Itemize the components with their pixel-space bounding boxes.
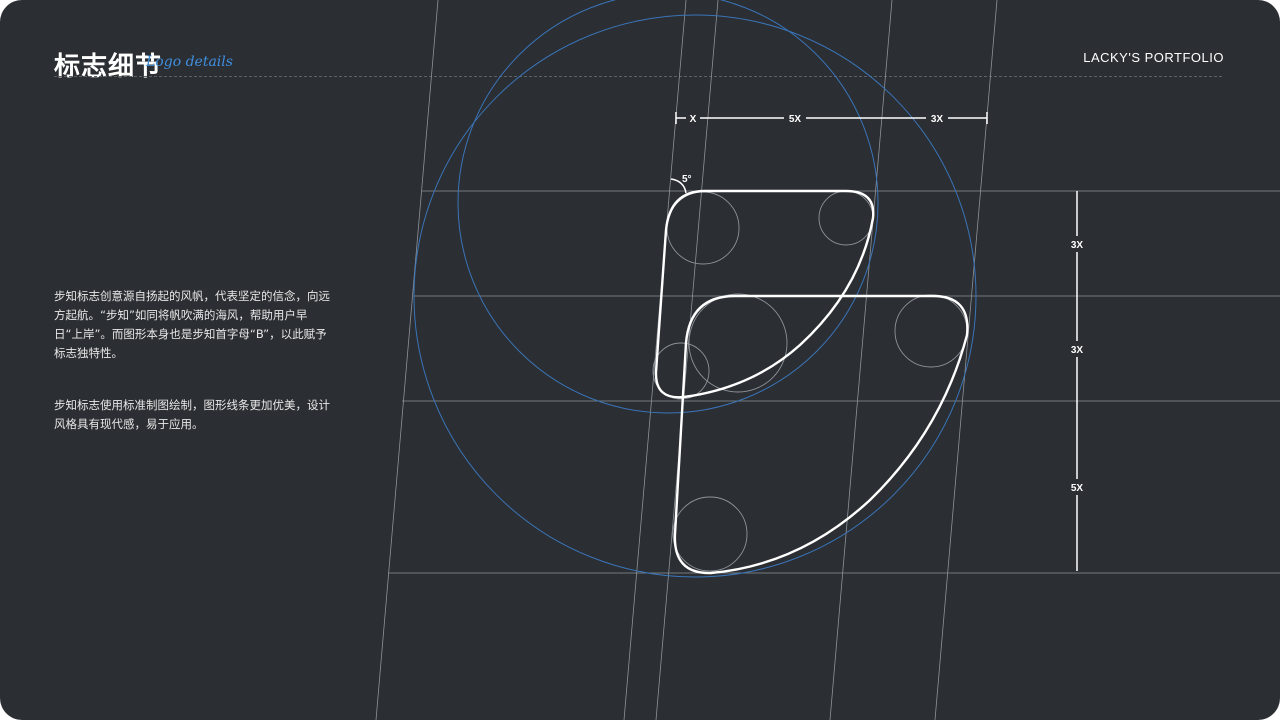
corner-circle-2 [818, 190, 874, 246]
dim-label-v-3x-mid: 3X [1071, 345, 1084, 356]
slide: 标志细节 Logo details LACKY'S PORTFOLIO 步知标志… [0, 0, 1280, 720]
large-construction-circles [413, 0, 977, 578]
dim-label-v-5x: 5X [1071, 483, 1084, 494]
guide-slant-4 [829, 0, 893, 720]
dim-label-x: X [690, 114, 697, 125]
corner-circle-3 [688, 293, 788, 393]
guide-slant-1 [375, 0, 439, 720]
logo-construction-diagram: 5° X 5X 3X 3X 3X 5X [375, 0, 1280, 720]
horizontal-guide-lines [388, 190, 1280, 574]
corner-circle-6 [672, 496, 748, 572]
dim-label-5x: 5X [789, 114, 802, 125]
dim-label-3x: 3X [931, 114, 944, 125]
guide-slant-5 [934, 0, 998, 720]
corner-circle-1 [666, 191, 740, 265]
logo-sail-upper [654, 189, 875, 399]
angle-label: 5° [682, 174, 692, 185]
dim-label-v-3x-top: 3X [1071, 240, 1084, 251]
corner-circles [652, 190, 968, 572]
corner-circle-4 [894, 294, 968, 368]
logo-outline [654, 189, 969, 575]
guide-slant-3 [655, 0, 719, 720]
logo-sail-lower [673, 294, 969, 575]
